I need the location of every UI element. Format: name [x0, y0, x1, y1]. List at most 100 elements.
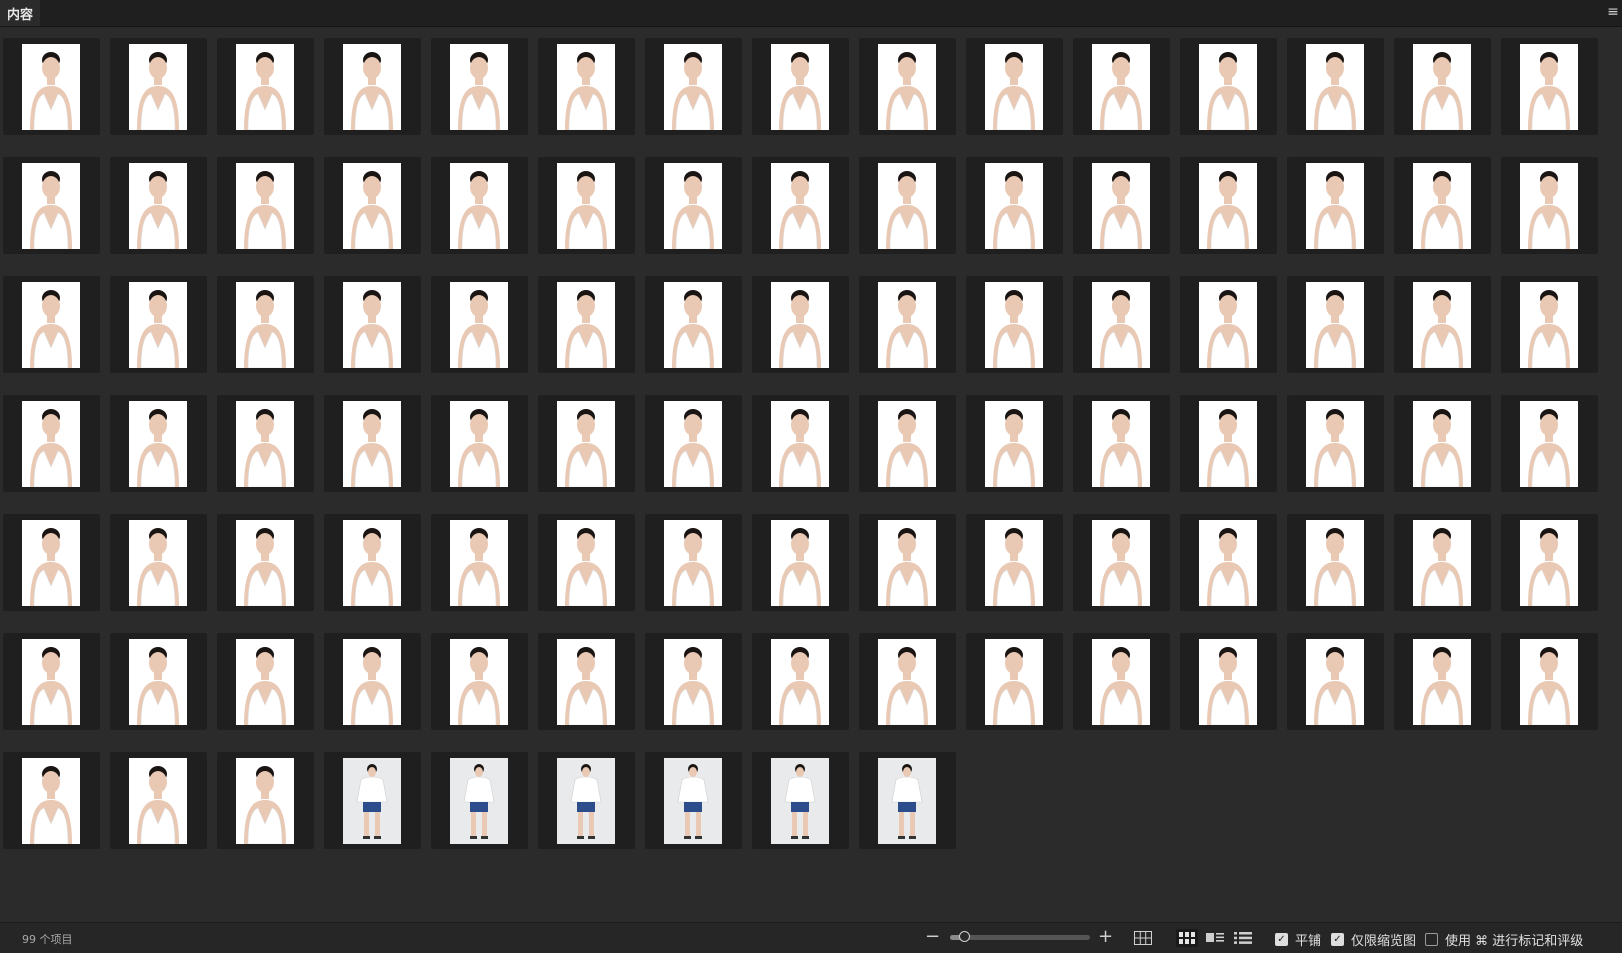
- thumbnail-cell[interactable]: [1287, 514, 1384, 611]
- thumbnail-cell[interactable]: [431, 633, 528, 730]
- detail-view-button[interactable]: [1204, 929, 1226, 947]
- thumbnail-cell[interactable]: [1073, 514, 1170, 611]
- thumbnail-cell[interactable]: [1394, 157, 1491, 254]
- thumbnail-cell[interactable]: [966, 514, 1063, 611]
- thumbnail-cell[interactable]: [324, 395, 421, 492]
- thumbnail-cell[interactable]: [431, 514, 528, 611]
- thumbnail-cell[interactable]: [1180, 157, 1277, 254]
- thumbnail-cell[interactable]: [966, 395, 1063, 492]
- thumbnail-cell[interactable]: [324, 276, 421, 373]
- thumbnail-cell[interactable]: [217, 157, 314, 254]
- thumbnail-cell[interactable]: [1180, 276, 1277, 373]
- use-command-rating-checkbox[interactable]: [1425, 933, 1438, 946]
- thumbnail-cell[interactable]: [217, 752, 314, 849]
- minus-icon[interactable]: −: [925, 927, 940, 947]
- thumbnail-cell[interactable]: [110, 514, 207, 611]
- thumbnail-cell[interactable]: [217, 395, 314, 492]
- thumbnail-cell[interactable]: [1073, 276, 1170, 373]
- thumbnail-cell[interactable]: [431, 395, 528, 492]
- thumbnail-cell[interactable]: [966, 38, 1063, 135]
- thumbnail-cell[interactable]: [324, 514, 421, 611]
- thumbnail-cell[interactable]: [1287, 38, 1384, 135]
- thumbnail-cell[interactable]: [1394, 633, 1491, 730]
- thumbnail-cell[interactable]: [1180, 38, 1277, 135]
- thumbnail-cell[interactable]: [538, 38, 635, 135]
- thumbnail-cell[interactable]: [859, 276, 956, 373]
- thumbnail-cell[interactable]: [217, 514, 314, 611]
- thumbnail-cell[interactable]: [752, 157, 849, 254]
- thumbnail-cell[interactable]: [110, 276, 207, 373]
- thumbnail-cell[interactable]: [538, 276, 635, 373]
- thumbnail-cell[interactable]: [1394, 38, 1491, 135]
- thumbnail-cell[interactable]: [859, 633, 956, 730]
- thumbnail-cell[interactable]: [966, 157, 1063, 254]
- thumbnail-cell[interactable]: [324, 157, 421, 254]
- slider-knob[interactable]: [959, 931, 970, 942]
- thumbnail-cell[interactable]: [3, 38, 100, 135]
- thumbnail-cell[interactable]: [1394, 276, 1491, 373]
- thumbnail-view-button[interactable]: [1176, 929, 1198, 947]
- option-use-command-rating[interactable]: 使用 ⌘ 进行标记和评级: [1425, 930, 1583, 949]
- thumbnail-cell[interactable]: [752, 38, 849, 135]
- thumbnail-cell[interactable]: [1287, 633, 1384, 730]
- thumbnail-cell[interactable]: [1501, 633, 1598, 730]
- thumbnail-cell[interactable]: [1394, 395, 1491, 492]
- thumbnail-cell[interactable]: [859, 157, 956, 254]
- thumbnail-cell[interactable]: [538, 752, 635, 849]
- thumbnail-cell[interactable]: [966, 633, 1063, 730]
- content-tab[interactable]: 内容: [0, 0, 40, 26]
- thumbnail-cell[interactable]: [538, 514, 635, 611]
- thumbnail-cell[interactable]: [217, 276, 314, 373]
- thumbnail-cell[interactable]: [645, 38, 742, 135]
- thumbnail-cell[interactable]: [110, 395, 207, 492]
- thumbnail-cell[interactable]: [1073, 395, 1170, 492]
- thumbnail-cell[interactable]: [3, 395, 100, 492]
- thumbnail-size-slider[interactable]: [950, 931, 1090, 942]
- thumbnail-cell[interactable]: [752, 514, 849, 611]
- thumbnail-cell[interactable]: [217, 38, 314, 135]
- thumbnail-cell[interactable]: [1287, 276, 1384, 373]
- list-view-button[interactable]: [1232, 929, 1254, 947]
- thumbnail-cell[interactable]: [3, 514, 100, 611]
- thumbnail-cell[interactable]: [324, 752, 421, 849]
- thumbnail-cell[interactable]: [538, 633, 635, 730]
- thumbnail-cell[interactable]: [1501, 276, 1598, 373]
- thumbnail-cell[interactable]: [324, 38, 421, 135]
- thumbnail-cell[interactable]: [645, 157, 742, 254]
- thumbnail-cell[interactable]: [1180, 514, 1277, 611]
- thumbnail-cell[interactable]: [1501, 38, 1598, 135]
- thumbnail-cell[interactable]: [538, 157, 635, 254]
- thumbnail-cell[interactable]: [1073, 633, 1170, 730]
- thumbnail-cell[interactable]: [1501, 395, 1598, 492]
- thumbnail-cell[interactable]: [1287, 395, 1384, 492]
- plus-icon[interactable]: +: [1098, 927, 1113, 947]
- thumbnail-cell[interactable]: [110, 38, 207, 135]
- thumbnails-only-checkbox[interactable]: ✓: [1331, 933, 1344, 946]
- thumbnail-cell[interactable]: [645, 633, 742, 730]
- option-tile[interactable]: ✓ 平铺: [1275, 930, 1321, 949]
- thumbnail-cell[interactable]: [966, 276, 1063, 373]
- thumbnail-cell[interactable]: [3, 752, 100, 849]
- thumbnail-cell[interactable]: [859, 395, 956, 492]
- grid-lock-button[interactable]: [1132, 929, 1154, 947]
- thumbnail-cell[interactable]: [752, 276, 849, 373]
- thumbnail-cell[interactable]: [217, 633, 314, 730]
- thumbnail-cell[interactable]: [1180, 395, 1277, 492]
- thumbnail-cell[interactable]: [1501, 157, 1598, 254]
- thumbnail-cell[interactable]: [1073, 157, 1170, 254]
- tile-checkbox[interactable]: ✓: [1275, 933, 1288, 946]
- thumbnail-cell[interactable]: [1501, 514, 1598, 611]
- thumbnail-cell[interactable]: [645, 276, 742, 373]
- thumbnail-cell[interactable]: [3, 633, 100, 730]
- thumbnail-cell[interactable]: [645, 514, 742, 611]
- thumbnail-cell[interactable]: [752, 633, 849, 730]
- thumbnail-cell[interactable]: [110, 752, 207, 849]
- thumbnail-cell[interactable]: [1180, 633, 1277, 730]
- thumbnail-cell[interactable]: [1073, 38, 1170, 135]
- thumbnail-cell[interactable]: [324, 633, 421, 730]
- thumbnail-cell[interactable]: [431, 752, 528, 849]
- thumbnail-cell[interactable]: [859, 514, 956, 611]
- thumbnail-cell[interactable]: [645, 752, 742, 849]
- thumbnail-cell[interactable]: [431, 38, 528, 135]
- thumbnail-cell[interactable]: [1287, 157, 1384, 254]
